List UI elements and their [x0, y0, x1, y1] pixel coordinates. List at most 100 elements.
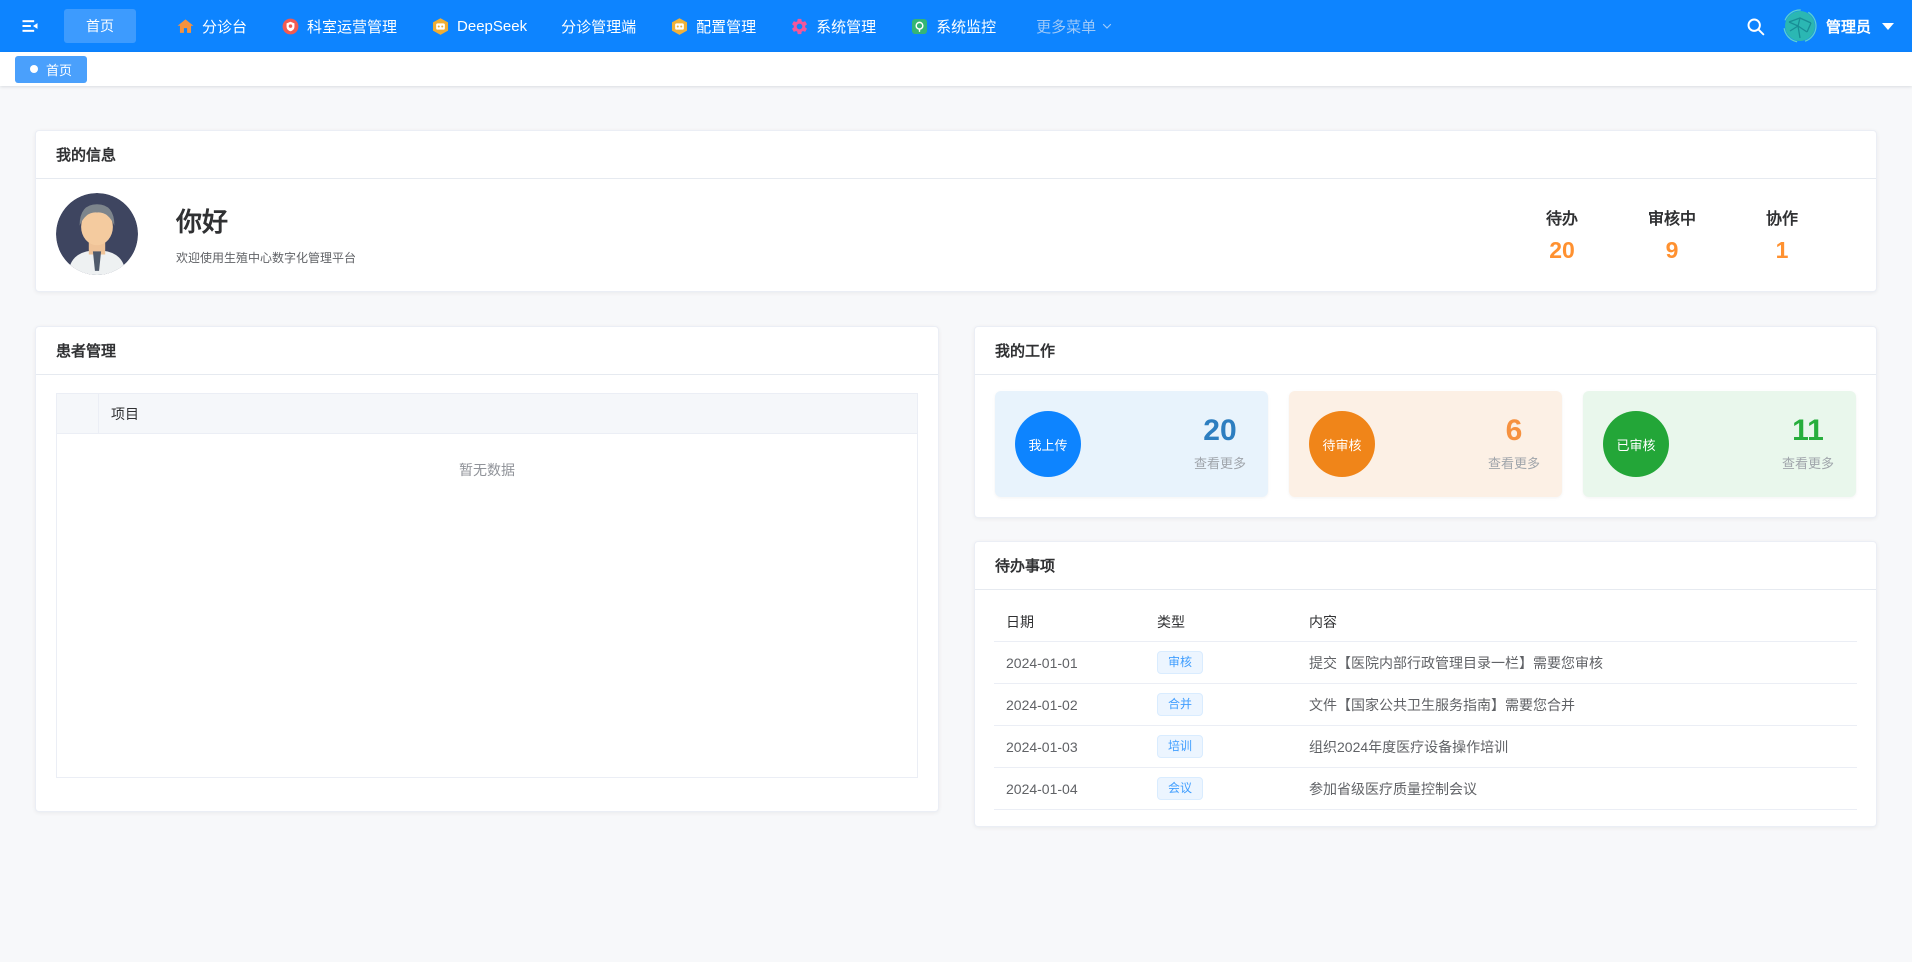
tab-home[interactable]: 首页 [15, 56, 87, 83]
nav-item-label: 配置管理 [696, 16, 756, 37]
uploaded-view-more-link[interactable]: 查看更多 [1194, 453, 1246, 472]
type-badge: 培训 [1157, 735, 1203, 757]
config-icon [670, 17, 689, 36]
todo-row[interactable]: 2024-01-02 合并 文件【国家公共卫生服务指南】需要您合并 [994, 684, 1857, 726]
patient-table: 项目 暂无数据 [56, 393, 918, 778]
profile-avatar [56, 193, 138, 275]
todo-row[interactable]: 2024-01-04 会议 参加省级医疗质量控制会议 [994, 768, 1857, 810]
work-box-pending-review[interactable]: 待审核 6 查看更多 [1289, 391, 1562, 497]
empty-data-text: 暂无数据 [57, 434, 917, 480]
search-button[interactable] [1743, 13, 1769, 39]
type-badge: 合并 [1157, 693, 1203, 715]
uploaded-count: 20 [1194, 416, 1246, 446]
stat-todo[interactable]: 待办 20 [1536, 205, 1588, 264]
nav-item-label: DeepSeek [457, 18, 527, 35]
my-info-card: 我的信息 你好 欢迎使用生殖中心数字化管理平台 [35, 130, 1877, 292]
nav-item-label: 分诊台 [202, 16, 247, 37]
uploaded-circle-badge: 我上传 [1015, 411, 1081, 477]
todo-col-date: 日期 [994, 612, 1145, 632]
todo-title: 待办事项 [975, 542, 1876, 590]
stat-reviewing[interactable]: 审核中 9 [1646, 205, 1698, 264]
header-right-group: 管理员 [1743, 9, 1894, 43]
nav-item-label: 分诊管理端 [561, 16, 636, 37]
type-badge: 审核 [1157, 651, 1203, 673]
nav-item-label: 科室运营管理 [307, 16, 397, 37]
nav-item-system-monitor[interactable]: 系统监控 [910, 16, 996, 37]
todo-table-wrap: 日期 类型 内容 2024-01-01 审核 提交【医院内部行政管理目录一栏】需… [975, 590, 1876, 826]
todo-table-header: 日期 类型 内容 [994, 602, 1857, 642]
deepseek-icon [431, 17, 450, 36]
search-icon [1745, 16, 1766, 37]
stat-label: 协作 [1756, 205, 1808, 229]
stat-value: 1 [1756, 237, 1808, 264]
patient-table-wrap: 项目 暂无数据 [36, 375, 938, 798]
department-icon [281, 17, 300, 36]
nav-item-dept-operations[interactable]: 科室运营管理 [281, 16, 397, 37]
my-info-body: 你好 欢迎使用生殖中心数字化管理平台 待办 20 审核中 9 协作 1 [36, 179, 1876, 291]
my-info-title: 我的信息 [36, 131, 1876, 179]
stat-collaboration[interactable]: 协作 1 [1756, 205, 1808, 264]
stat-value: 9 [1646, 237, 1698, 264]
pending-view-more-link[interactable]: 查看更多 [1488, 453, 1540, 472]
nav-item-triage-admin[interactable]: 分诊管理端 [561, 16, 636, 37]
avatar [1783, 9, 1817, 43]
pending-count: 6 [1488, 416, 1540, 446]
patient-table-corner-cell [57, 394, 99, 433]
main-content: 我的信息 你好 欢迎使用生殖中心数字化管理平台 [0, 86, 1912, 827]
stat-label: 审核中 [1646, 205, 1698, 229]
nav-item-system-management[interactable]: 系统管理 [790, 16, 876, 37]
my-work-body: 我上传 20 查看更多 待审核 6 查看更多 已 [975, 375, 1876, 517]
hamburger-icon [20, 16, 40, 36]
todo-table: 日期 类型 内容 2024-01-01 审核 提交【医院内部行政管理目录一栏】需… [994, 602, 1857, 810]
caret-down-icon [1882, 23, 1894, 30]
nav-item-label: 系统监控 [936, 16, 996, 37]
nav-item-deepseek[interactable]: DeepSeek [431, 17, 527, 36]
sidebar-fold-icon[interactable] [18, 14, 42, 38]
monitor-icon [910, 17, 929, 36]
reviewed-count: 11 [1782, 416, 1834, 446]
greeting-text: 你好 [176, 202, 356, 239]
stat-label: 待办 [1536, 205, 1588, 229]
user-name: 管理员 [1826, 16, 1871, 37]
todo-col-type: 类型 [1145, 612, 1297, 632]
todo-date: 2024-01-01 [994, 655, 1145, 671]
work-box-reviewed[interactable]: 已审核 11 查看更多 [1583, 391, 1856, 497]
gear-icon [790, 17, 809, 36]
todo-row[interactable]: 2024-01-03 培训 组织2024年度医疗设备操作培训 [994, 726, 1857, 768]
more-menu-label: 更多菜单 [1036, 16, 1096, 37]
reviewed-view-more-link[interactable]: 查看更多 [1782, 453, 1834, 472]
more-menu-button[interactable]: 更多菜单 [1036, 16, 1113, 37]
todo-content: 提交【医院内部行政管理目录一栏】需要您审核 [1297, 653, 1857, 673]
main-nav: 分诊台 科室运营管理 DeepSeek 分诊管理端 [176, 16, 1113, 37]
tag-views-bar: 首页 [0, 52, 1912, 86]
home-button[interactable]: 首页 [64, 9, 136, 43]
house-icon [176, 17, 195, 36]
stat-value: 20 [1536, 237, 1588, 264]
patient-table-header: 项目 [57, 394, 917, 434]
user-menu[interactable]: 管理员 [1783, 9, 1894, 43]
todo-date: 2024-01-04 [994, 781, 1145, 797]
person-avatar-icon [56, 193, 138, 275]
top-header: 首页 分诊台 科室运营管理 DeepSeek [0, 0, 1912, 52]
nav-item-config-management[interactable]: 配置管理 [670, 16, 756, 37]
todo-card: 待办事项 日期 类型 内容 2024-01-01 审核 提交【医院内部行政管理目… [974, 541, 1877, 827]
todo-content: 文件【国家公共卫生服务指南】需要您合并 [1297, 695, 1857, 715]
chevron-down-icon [1101, 20, 1113, 32]
todo-date: 2024-01-02 [994, 697, 1145, 713]
info-stats: 待办 20 审核中 9 协作 1 [1536, 205, 1856, 264]
patient-column-header: 项目 [99, 404, 139, 424]
nav-item-triage-desk[interactable]: 分诊台 [176, 16, 247, 37]
work-box-uploaded[interactable]: 我上传 20 查看更多 [995, 391, 1268, 497]
pending-circle-badge: 待审核 [1309, 411, 1375, 477]
tab-home-label: 首页 [46, 60, 72, 79]
patient-management-title: 患者管理 [36, 327, 938, 375]
todo-content: 参加省级医疗质量控制会议 [1297, 779, 1857, 799]
type-badge: 会议 [1157, 777, 1203, 799]
tab-dot-icon [30, 65, 38, 73]
todo-date: 2024-01-03 [994, 739, 1145, 755]
reviewed-circle-badge: 已审核 [1603, 411, 1669, 477]
todo-col-content: 内容 [1297, 612, 1857, 632]
patient-management-card: 患者管理 项目 暂无数据 [35, 326, 939, 812]
my-work-title: 我的工作 [975, 327, 1876, 375]
todo-row[interactable]: 2024-01-01 审核 提交【医院内部行政管理目录一栏】需要您审核 [994, 642, 1857, 684]
